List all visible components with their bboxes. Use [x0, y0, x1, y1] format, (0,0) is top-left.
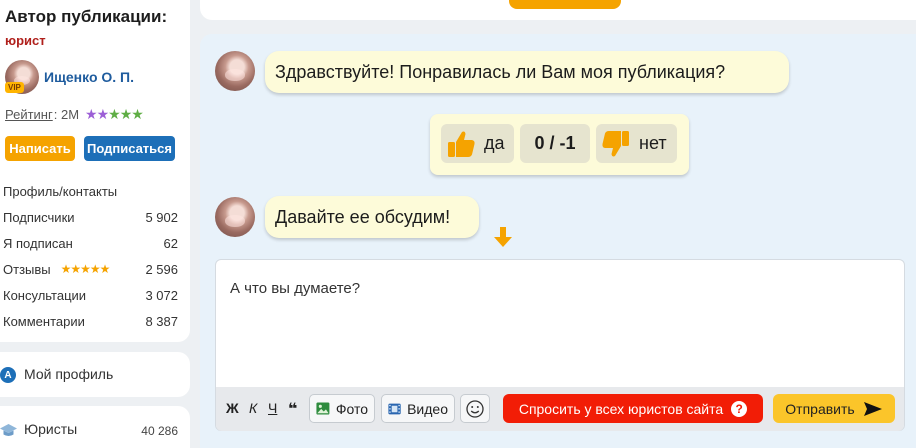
chat-message-greeting: Здравствуйте! Понравилась ли Вам моя пуб… — [265, 51, 789, 93]
smiley-icon — [466, 399, 484, 418]
ask-all-lawyers-button[interactable]: Спросить у всех юристов сайта ? — [503, 394, 763, 423]
subscribers-label: Подписчики — [3, 209, 75, 225]
reviews-value: 2 596 — [145, 261, 178, 277]
bold-button[interactable]: Ж — [226, 400, 239, 416]
subscribed-row[interactable]: Я подписан 62 — [3, 230, 178, 256]
profile-icon: A — [0, 367, 16, 383]
top-panel — [200, 0, 916, 20]
profile-contacts-link[interactable]: Профиль/контакты — [3, 178, 178, 204]
underline-button[interactable]: Ч — [268, 400, 277, 416]
consultations-row[interactable]: Консультации 3 072 — [3, 282, 178, 308]
rating-value: : 2М — [53, 107, 80, 122]
consultations-value: 3 072 — [145, 287, 178, 303]
top-orange-button[interactable] — [509, 0, 621, 9]
author-stats: Профиль/контакты Подписчики 5 902 Я подп… — [3, 178, 178, 334]
comments-label: Комментарии — [3, 313, 85, 329]
lawyers-label: Юристы — [24, 421, 78, 437]
photo-button[interactable]: Фото — [309, 394, 375, 423]
film-icon — [388, 403, 401, 414]
vip-badge: VIP — [5, 82, 24, 93]
consultations-label: Консультации — [3, 287, 87, 303]
rating-row: Рейтинг : 2М ★★★★★ — [5, 106, 144, 123]
my-profile-link[interactable]: A Мой профиль — [0, 352, 190, 397]
italic-button[interactable]: К — [249, 400, 257, 416]
chat-avatar — [215, 197, 255, 237]
photo-label: Фото — [335, 400, 368, 417]
rating-link[interactable]: Рейтинг — [5, 107, 53, 122]
thumb-up-icon — [448, 131, 475, 157]
lawyers-link[interactable]: Юристы 40 286 — [0, 406, 190, 448]
arrow-down-icon — [494, 227, 512, 247]
author-name-link[interactable]: Ищенко О. П. — [44, 69, 134, 85]
ask-all-label: Спросить у всех юристов сайта — [518, 400, 724, 417]
image-icon — [316, 402, 330, 415]
subscribed-value: 62 — [163, 235, 178, 251]
send-arrow-icon — [863, 401, 882, 416]
vote-yes-label: да — [484, 133, 505, 153]
author-title: Автор публикации: — [5, 7, 168, 26]
quote-button[interactable]: ❝ — [288, 399, 297, 419]
comments-row[interactable]: Комментарии 8 387 — [3, 308, 178, 334]
composer-toolbar: Ж К Ч ❝ Фото Видео Спросить у всех юрист… — [216, 387, 904, 431]
reviews-row[interactable]: Отзывы ★★★★★ 2 596 — [3, 256, 178, 282]
rating-stars: ★★★★★ — [85, 106, 144, 123]
my-profile-label: Мой профиль — [24, 366, 114, 382]
author-card: Автор публикации: юрист VIP Ищенко О. П.… — [0, 0, 190, 342]
subscribe-button[interactable]: Подписаться — [84, 136, 175, 161]
subscribed-label: Я подписан — [3, 235, 73, 251]
vote-no-label: нет — [639, 133, 667, 153]
subscribers-value: 5 902 — [145, 209, 178, 225]
comments-value: 8 387 — [145, 313, 178, 329]
vote-yes-button[interactable]: да — [441, 124, 514, 163]
emoji-button[interactable] — [460, 394, 490, 423]
reviews-stars: ★★★★★ — [60, 262, 111, 276]
comment-composer[interactable]: А что вы думаете? Ж К Ч ❝ Фото Видео Спр… — [215, 259, 905, 431]
graduation-cap-icon — [0, 424, 17, 436]
chat-message-discuss: Давайте ее обсудим! — [265, 196, 479, 238]
chat-avatar — [215, 51, 255, 91]
question-icon: ? — [731, 400, 748, 417]
reviews-label: Отзывы — [3, 261, 51, 277]
profile-contacts-label: Профиль/контакты — [3, 183, 118, 199]
vote-score: 0 / -1 — [520, 124, 590, 163]
write-button[interactable]: Написать — [5, 136, 75, 161]
rating-stars-green: ★★★ — [108, 106, 144, 122]
comment-input[interactable]: А что вы думаете? — [230, 280, 360, 297]
author-role: юрист — [5, 33, 46, 48]
subscribers-row[interactable]: Подписчики 5 902 — [3, 204, 178, 230]
vote-no-button[interactable]: нет — [596, 124, 677, 163]
video-label: Видео — [407, 400, 448, 417]
thumb-down-icon — [602, 130, 629, 156]
rating-stars-purple: ★★ — [85, 106, 109, 122]
send-button[interactable]: Отправить — [773, 394, 895, 423]
send-label: Отправить — [785, 400, 855, 417]
vote-box: да 0 / -1 нет — [430, 114, 689, 175]
lawyers-count: 40 286 — [141, 424, 178, 438]
video-button[interactable]: Видео — [381, 394, 455, 423]
